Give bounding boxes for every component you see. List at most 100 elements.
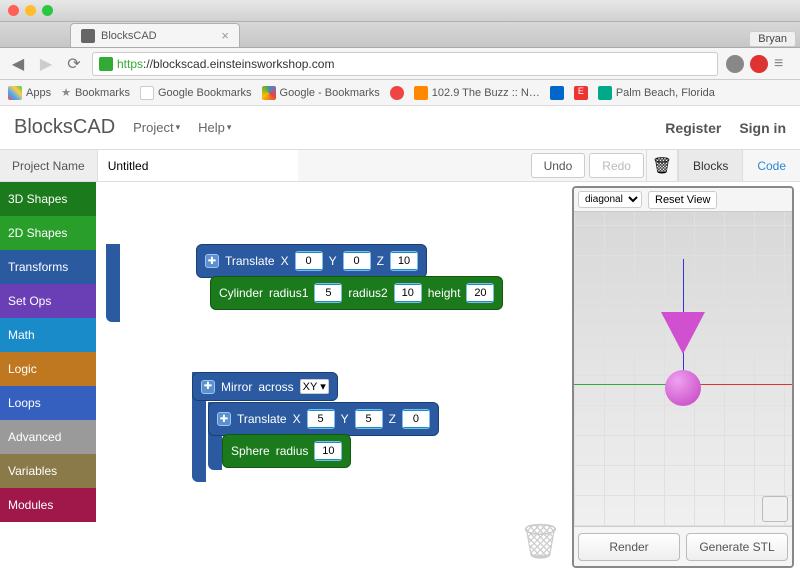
forward-button[interactable]: ▶ (36, 54, 56, 74)
window-titlebar (0, 0, 800, 22)
field-label: radius (276, 444, 309, 458)
app-toolbar: Project Name Undo Redo 🗑 Blocks Code (0, 150, 800, 182)
app-header: BlocksCAD Project▾ Help▾ Register Sign i… (0, 106, 800, 150)
category-sidebar: 3D Shapes 2D Shapes Transforms Set Ops M… (0, 182, 96, 572)
field-label: Z (377, 254, 384, 268)
bookmark-item[interactable]: Google - Bookmarks (262, 86, 380, 100)
register-link[interactable]: Register (665, 120, 721, 136)
menu-icon[interactable]: ≡ (774, 55, 792, 73)
bookmark-item[interactable]: ★Bookmarks (61, 86, 130, 99)
zoom-window-button[interactable] (42, 5, 53, 16)
bookmark-item[interactable] (390, 86, 404, 100)
app-title: BlocksCAD (14, 116, 115, 139)
extension-icon[interactable] (726, 55, 744, 73)
viewport-3d[interactable] (574, 212, 792, 526)
category-logic[interactable]: Logic (0, 352, 96, 386)
block-label: Cylinder (219, 286, 263, 300)
x-input[interactable] (296, 253, 322, 269)
signin-link[interactable]: Sign in (739, 120, 786, 136)
category-variables[interactable]: Variables (0, 454, 96, 488)
bookmark-item[interactable] (550, 86, 564, 100)
category-loops[interactable]: Loops (0, 386, 96, 420)
bookmark-item[interactable]: E (574, 86, 588, 100)
field-label: radius1 (269, 286, 308, 300)
favicon (81, 29, 95, 43)
mutator-icon[interactable]: ✚ (201, 380, 215, 394)
block-label: Translate (225, 254, 275, 268)
workspace-canvas[interactable]: ✚ Translate X Y Z Cylinder radius1 radiu… (96, 182, 572, 572)
traffic-lights (8, 5, 53, 16)
mutator-icon[interactable]: ✚ (205, 254, 219, 268)
browser-tab[interactable]: BlocksCAD × (70, 23, 240, 47)
omnibox[interactable]: https ://blockscad.einsteinsworkshop.com (92, 52, 718, 76)
bookmark-item[interactable]: 102.9 The Buzz :: N… (414, 86, 540, 100)
tab-blocks[interactable]: Blocks (678, 150, 742, 181)
field-label: Z (389, 412, 396, 426)
apps-button[interactable]: Apps (8, 86, 51, 100)
project-name-label: Project Name (0, 150, 98, 181)
cylinder-block[interactable]: Cylinder radius1 radius2 height (210, 276, 503, 310)
tab-code[interactable]: Code (742, 150, 800, 181)
bookmark-item[interactable]: Palm Beach, Florida (598, 86, 715, 100)
radius1-input[interactable] (315, 285, 341, 301)
block-label: Mirror (221, 380, 252, 394)
adblock-icon[interactable] (750, 55, 768, 73)
minimize-window-button[interactable] (25, 5, 36, 16)
radius-input[interactable] (315, 443, 341, 459)
close-tab-icon[interactable]: × (221, 28, 229, 43)
model-sphere (665, 370, 701, 406)
field-label: Y (341, 412, 349, 426)
view-mode-select[interactable]: diagonal (578, 191, 642, 208)
category-math[interactable]: Math (0, 318, 96, 352)
undo-button[interactable]: Undo (531, 153, 586, 178)
bookmarks-bar: Apps ★Bookmarks Google Bookmarks Google … (0, 80, 800, 106)
lock-icon (99, 57, 113, 71)
project-name-input[interactable] (98, 150, 298, 181)
menu-help[interactable]: Help▾ (198, 120, 231, 135)
close-window-button[interactable] (8, 5, 19, 16)
translate-block[interactable]: ✚ Translate X Y Z (208, 402, 439, 436)
field-label: radius2 (348, 286, 387, 300)
trash-icon[interactable]: 🗑 (519, 522, 562, 562)
redo-button[interactable]: Redo (589, 153, 644, 178)
radius2-input[interactable] (395, 285, 421, 301)
height-input[interactable] (467, 285, 493, 301)
reset-view-button[interactable]: Reset View (648, 191, 717, 209)
generate-stl-button[interactable]: Generate STL (686, 533, 788, 561)
viewport-footer: Render Generate STL (574, 526, 792, 566)
mirror-plane-dropdown[interactable]: XY ▾ (300, 379, 329, 394)
category-3d-shapes[interactable]: 3D Shapes (0, 182, 96, 216)
model-cone (661, 312, 705, 354)
z-input[interactable] (391, 253, 417, 269)
block-nest (106, 244, 120, 322)
category-transforms[interactable]: Transforms (0, 250, 96, 284)
field-label: across (258, 380, 293, 394)
category-2d-shapes[interactable]: 2D Shapes (0, 216, 96, 250)
y-input[interactable] (356, 411, 382, 427)
mutator-icon[interactable]: ✚ (217, 412, 231, 426)
orientation-cube[interactable] (762, 496, 788, 522)
category-advanced[interactable]: Advanced (0, 420, 96, 454)
bookmark-item[interactable]: Google Bookmarks (140, 86, 252, 100)
url-host: ://blockscad.einsteinsworkshop.com (143, 57, 334, 71)
translate-block[interactable]: ✚ Translate X Y Z (196, 244, 427, 278)
tab-strip: BlocksCAD × Bryan (0, 22, 800, 48)
trash-button[interactable]: 🗑 (646, 150, 678, 181)
category-modules[interactable]: Modules (0, 488, 96, 522)
back-button[interactable]: ◀ (8, 54, 28, 74)
category-set-ops[interactable]: Set Ops (0, 284, 96, 318)
z-input[interactable] (403, 411, 429, 427)
x-input[interactable] (308, 411, 334, 427)
viewport-panel: diagonal Reset View Render Generate STL (572, 186, 794, 568)
sphere-block[interactable]: Sphere radius (222, 434, 351, 468)
viewport-toolbar: diagonal Reset View (574, 188, 792, 212)
main-area: 3D Shapes 2D Shapes Transforms Set Ops M… (0, 182, 800, 572)
render-button[interactable]: Render (578, 533, 680, 561)
mirror-block[interactable]: ✚ Mirror across XY ▾ (192, 372, 338, 401)
menu-project[interactable]: Project▾ (133, 120, 180, 135)
reload-button[interactable]: ⟳ (64, 54, 84, 74)
field-label: height (428, 286, 461, 300)
profile-chip[interactable]: Bryan (749, 31, 796, 47)
address-bar: ◀ ▶ ⟳ https ://blockscad.einsteinsworksh… (0, 48, 800, 80)
y-input[interactable] (344, 253, 370, 269)
